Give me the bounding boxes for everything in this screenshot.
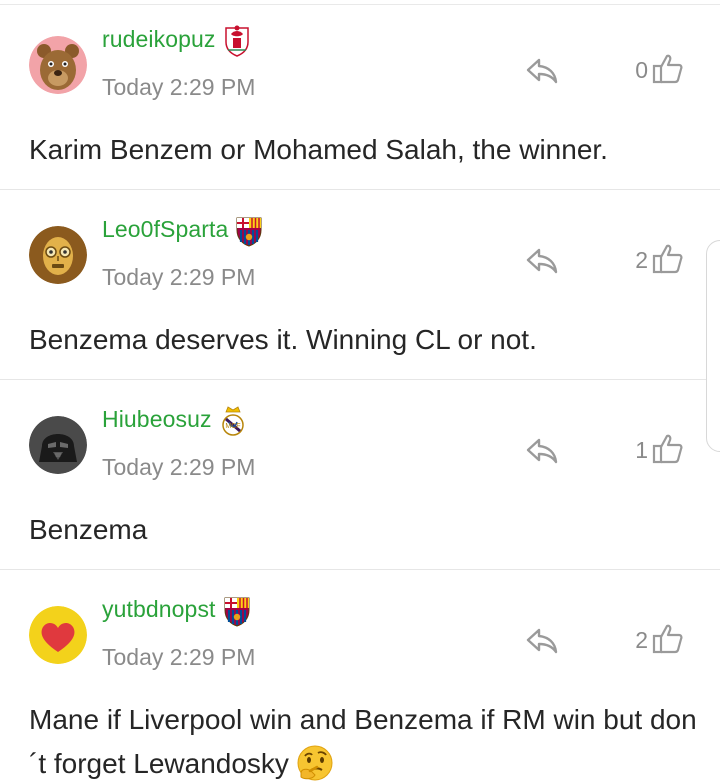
side-drawer-handle[interactable] [706, 240, 720, 452]
comment-item: Leo0fSparta Today 2:29 PM 2 Benzema dese… [0, 190, 720, 380]
reply-button[interactable] [524, 624, 560, 658]
reply-arrow-icon [526, 58, 558, 84]
comment-feed: rudeikopuz Today 2:29 PM 0 Karim Benzem … [0, 0, 720, 782]
like-button[interactable] [652, 242, 684, 276]
username[interactable]: yutbdnopst [102, 596, 216, 623]
bear-avatar-icon [29, 36, 87, 94]
svg-text:MCF: MCF [225, 423, 240, 430]
timestamp: Today 2:29 PM [102, 644, 256, 670]
timestamp: Today 2:29 PM [102, 264, 256, 290]
thumbs-up-icon [652, 54, 683, 84]
comment-item: yutbdnopst Today 2:29 PM 2 Mane if Liver… [0, 570, 720, 782]
reply-button[interactable] [524, 434, 560, 468]
reply-button[interactable] [524, 54, 560, 88]
thumbs-up-icon [652, 244, 683, 274]
barcelona-crest-icon [222, 594, 252, 628]
heart-avatar-icon [29, 606, 87, 664]
like-count: 2 [635, 627, 648, 653]
liverpool-crest-icon [222, 24, 252, 58]
robot-avatar-icon [29, 226, 87, 284]
real-madrid-crest-icon: MCF [218, 404, 248, 438]
reply-arrow-icon [526, 248, 558, 274]
timestamp: Today 2:29 PM [102, 454, 256, 480]
username[interactable]: Leo0fSparta [102, 216, 228, 243]
comment-text: Mane if Liverpool win and Benzema if RM … [29, 698, 699, 782]
comment-text: Benzema deserves it. Winning CL or not. [29, 324, 537, 355]
like-button[interactable] [652, 52, 684, 86]
comment-text-content: Mane if Liverpool win and Benzema if RM … [29, 704, 697, 779]
avatar[interactable] [29, 226, 87, 284]
like-button[interactable] [652, 432, 684, 466]
like-count: 2 [635, 247, 648, 273]
avatar[interactable] [29, 606, 87, 664]
barcelona-crest-icon [234, 214, 264, 248]
dark-helmet-avatar-icon [29, 416, 87, 474]
comment-item: rudeikopuz Today 2:29 PM 0 Karim Benzem … [0, 0, 720, 190]
username[interactable]: rudeikopuz [102, 26, 216, 53]
comment-text: Benzema [29, 514, 148, 545]
thinking-face-icon [295, 743, 335, 782]
timestamp: Today 2:29 PM [102, 74, 256, 100]
reply-arrow-icon [526, 438, 558, 464]
avatar[interactable] [29, 416, 87, 474]
thumbs-up-icon [652, 434, 683, 464]
like-count: 1 [635, 437, 648, 463]
reply-button[interactable] [524, 244, 560, 278]
avatar[interactable] [29, 36, 87, 94]
comment-item: Hiubeosuz MCF Today 2:29 PM 1 Benzema [0, 380, 720, 570]
reply-arrow-icon [526, 628, 558, 654]
like-count: 0 [635, 57, 648, 83]
thumbs-up-icon [652, 624, 683, 654]
comment-text: Karim Benzem or Mohamed Salah, the winne… [29, 134, 608, 165]
username[interactable]: Hiubeosuz [102, 406, 212, 433]
like-button[interactable] [652, 622, 684, 656]
